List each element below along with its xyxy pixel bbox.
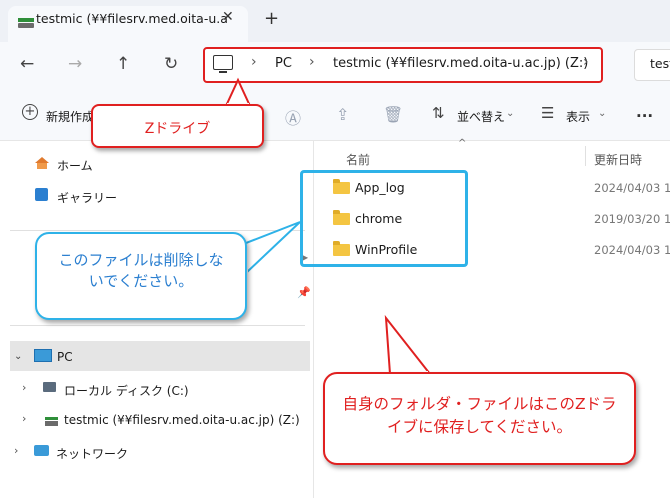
z-callout-pointer: [224, 77, 252, 107]
no-delete-callout-text: このファイルは削除しな いでください。: [35, 250, 247, 292]
save-here-callout-text: 自身のフォルダ・ファイルはこのZドラ イブに保存してください。: [323, 393, 636, 439]
save-callout-pointer: [384, 314, 433, 375]
save-line-2: イブに保存してください。: [386, 418, 573, 436]
no-delete-line-2: いでください。: [88, 272, 194, 290]
z-drive-callout-text: Zドライブ: [144, 121, 211, 137]
no-delete-line-1: このファイルは削除しな: [58, 251, 224, 269]
save-line-1: 自身のフォルダ・ファイルはこのZドラ: [342, 395, 617, 413]
